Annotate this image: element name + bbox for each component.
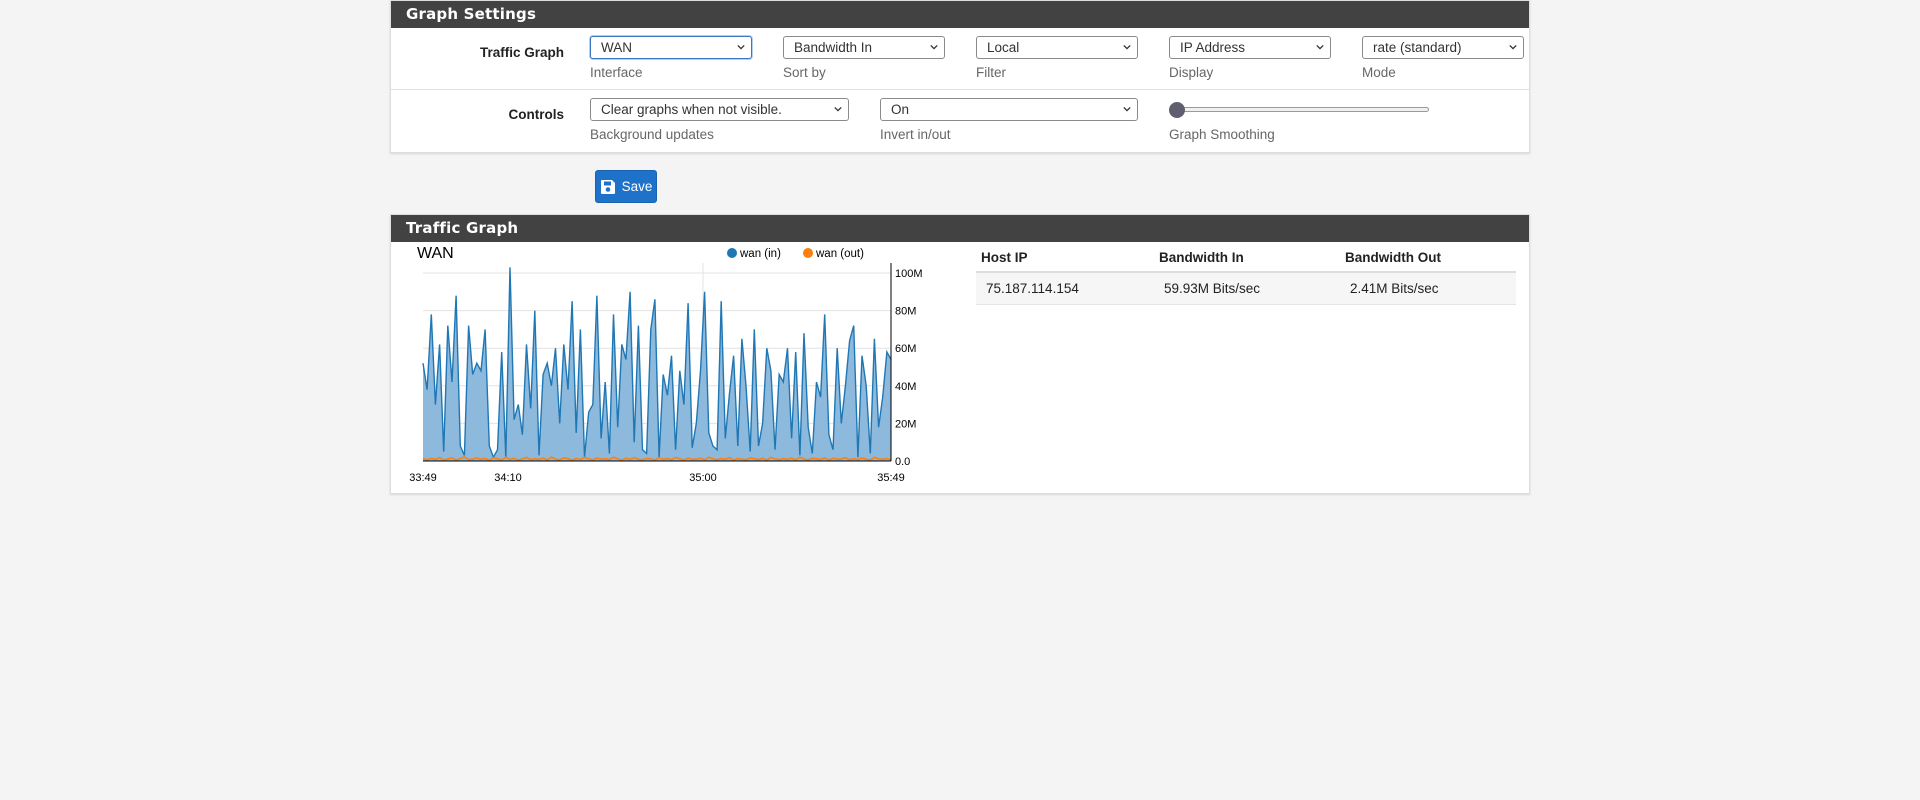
table-cell-bandwidth-out: 2.41M Bits/sec [1350,281,1439,296]
table-cell-bandwidth-in: 59.93M Bits/sec [1164,281,1261,296]
y-tick-label: 60M [895,343,916,355]
mode-select[interactable]: rate (standard) [1362,36,1524,59]
background-updates-select[interactable]: Clear graphs when not visible. [590,98,849,121]
interface-select[interactable]: WAN [590,36,752,59]
x-tick-label: 35:49 [877,472,905,483]
traffic-graph-panel: Traffic Graph 0.0 20M 40M 60M 80M 100M 33:49 34… [390,214,1530,494]
graph-smoothing-slider[interactable] [1171,107,1429,112]
table-cell-host-ip: 75.187.114.154 [986,281,1079,296]
y-tick-label: 40M [895,381,916,393]
legend-label-wan-in: wan (in) [739,248,781,260]
invert-select[interactable]: On [880,98,1138,121]
graph-smoothing-thumb[interactable] [1169,102,1185,118]
mode-help: Mode [1362,65,1396,80]
save-icon [600,179,615,194]
traffic-graph-label: Traffic Graph [479,45,564,60]
table-header-row: Host IP Bandwidth In Bandwidth Out [976,247,1516,273]
legend-dot-wan-in [727,248,737,258]
wan-traffic-chart: 0.0 20M 40M 60M 80M 100M 33:49 34:10 35:00 35:49 W… [409,245,923,483]
display-select-value: IP Address [1180,40,1246,55]
interface-help: Interface [590,65,643,80]
table-header-bandwidth-in: Bandwidth In [1159,250,1244,265]
filter-help: Filter [976,65,1006,80]
y-tick-label: 80M [895,306,916,318]
sort-by-select-value: Bandwidth In [794,40,873,55]
sort-by-select[interactable]: Bandwidth In [783,36,945,59]
traffic-table: Host IP Bandwidth In Bandwidth Out 75.18… [976,247,1516,305]
table-header-host-ip: Host IP [981,250,1028,265]
x-tick-label: 34:10 [494,472,522,483]
x-tick-label: 33:49 [409,472,437,483]
background-updates-select-value: Clear graphs when not visible. [601,102,782,117]
legend-dot-wan-out [803,248,813,258]
interface-select-value: WAN [601,40,632,55]
filter-select-value: Local [987,40,1020,55]
y-tick-label: 20M [895,418,916,430]
controls-label: Controls [508,107,565,122]
traffic-graph-row: Traffic Graph WAN Interface Bandwidth In… [391,28,1529,90]
chevron-down-icon [1123,106,1131,112]
chevron-down-icon [1509,44,1517,50]
graph-smoothing-help: Graph Smoothing [1169,127,1275,142]
mode-select-value: rate (standard) [1373,40,1462,55]
chevron-down-icon [834,106,842,112]
save-button[interactable]: Save [595,170,657,203]
legend-label-wan-out: wan (out) [815,248,864,260]
sort-by-help: Sort by [783,65,826,80]
table-row: 75.187.114.154 59.93M Bits/sec 2.41M Bit… [976,273,1516,305]
invert-help: Invert in/out [880,127,951,142]
display-select[interactable]: IP Address [1169,36,1331,59]
display-help: Display [1169,65,1214,80]
chevron-down-icon [1123,44,1131,50]
chevron-down-icon [737,44,745,50]
chevron-down-icon [930,44,938,50]
graph-settings-title: Graph Settings [391,1,1529,28]
filter-select[interactable]: Local [976,36,1138,59]
save-button-label: Save [621,179,653,194]
chevron-down-icon [1316,44,1324,50]
background-updates-help: Background updates [590,127,714,142]
graph-settings-panel: Graph Settings Traffic Graph WAN Interfa… [390,0,1530,153]
controls-row: Controls Clear graphs when not visible. … [391,90,1529,152]
x-tick-label: 35:00 [689,472,717,483]
y-tick-label: 0.0 [895,456,910,468]
y-tick-label: 100M [895,268,923,280]
invert-select-value: On [891,102,910,117]
traffic-graph-title: Traffic Graph [391,215,1529,242]
table-header-bandwidth-out: Bandwidth Out [1345,250,1441,265]
chart-title: WAN [417,245,454,262]
